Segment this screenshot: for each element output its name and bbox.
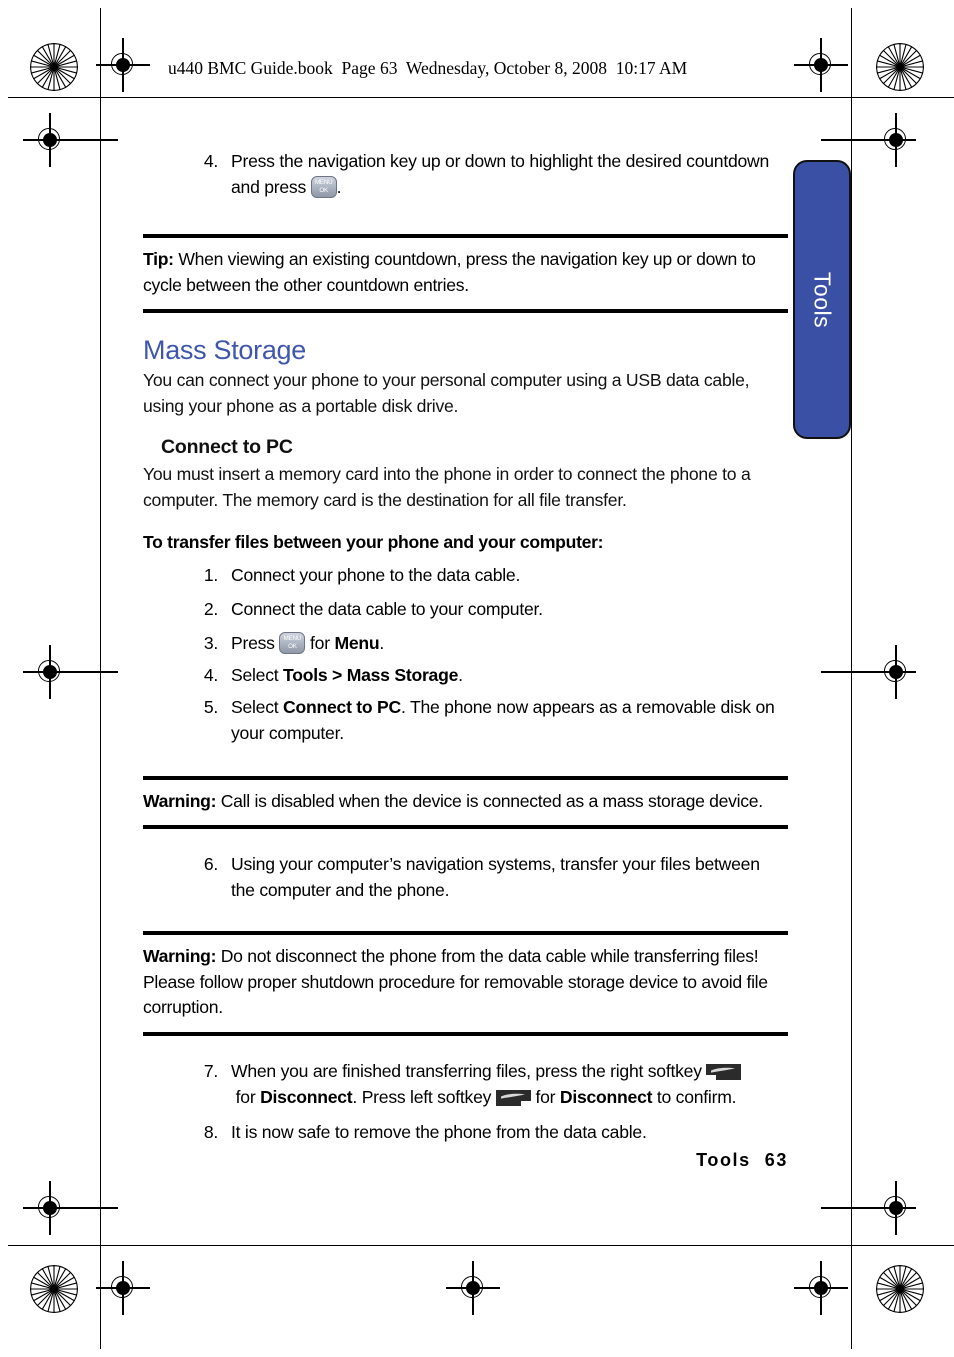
list-item-number: 4.: [203, 664, 218, 685]
list-item-text: Select: [231, 696, 279, 717]
transfer-step-list: 1. Connect your phone to the data cable.…: [143, 562, 788, 746]
connect-to-pc-heading: Connect to PC: [161, 435, 293, 458]
page-title: Mass Storage: [143, 335, 306, 366]
crop-line-top-horizontal: [8, 97, 954, 99]
list-item-number: 3.: [203, 632, 218, 653]
warning-callout-2: Warning: Do not disconnect the phone fro…: [143, 931, 788, 1036]
menu-ok-key-line2: OK: [288, 642, 297, 650]
warning-label: Warning:: [143, 946, 217, 967]
starburst-mark-bottom-right: [876, 1265, 924, 1313]
right-softkey-icon: [706, 1063, 742, 1081]
list-item-text: Using your computer’s navigation systems…: [231, 854, 760, 901]
left-softkey-icon: [495, 1089, 531, 1107]
list-item-number: 6.: [203, 854, 218, 875]
menu-ok-key-icon: MENU OK: [279, 631, 306, 654]
registration-target-right-middle: [821, 645, 916, 699]
tip-label: Tip:: [143, 249, 174, 270]
list-item: 2. Connect the data cable to your comput…: [143, 596, 788, 622]
warning-label: Warning:: [143, 790, 217, 811]
menu-ok-key-line1: MENU: [314, 179, 333, 187]
list-item-text: Connect the data cable to your computer.: [231, 598, 543, 619]
warning-text: Do not disconnect the phone from the dat…: [143, 946, 768, 1018]
tip-text: When viewing an existing countdown, pres…: [143, 249, 756, 295]
registration-target-left-middle: [23, 645, 118, 699]
starburst-mark-top-right: [876, 43, 924, 91]
registration-target-top-left: [96, 38, 150, 92]
page-content: 4. Press the navigation key up or down t…: [143, 148, 788, 1148]
disconnect-emphasis-2: Disconnect: [559, 1086, 653, 1107]
list-item: 4. Press the navigation key up or down t…: [143, 148, 788, 200]
list-item-text: When you are finished transferring files…: [231, 1060, 702, 1081]
continued-step-list: 4. Press the navigation key up or down t…: [143, 148, 788, 200]
list-item: 6. Using your computer’s navigation syst…: [143, 851, 788, 903]
side-thumb-tab-tools: Tools: [793, 160, 851, 439]
mass-storage-intro: You can connect your phone to your perso…: [143, 370, 750, 416]
list-item-text: Select: [231, 664, 279, 685]
list-item-number: 4.: [203, 151, 218, 171]
list-item-number: 5.: [203, 696, 218, 717]
list-item-text-tail: to confirm.: [656, 1086, 737, 1107]
footer-page-number: 63: [764, 1150, 788, 1170]
registration-target-left-upper: [23, 113, 118, 167]
list-item-text-mid: for: [310, 632, 330, 653]
registration-target-bottom-center: [446, 1261, 500, 1315]
starburst-mark-top-left: [30, 43, 78, 91]
list-item-text-mid3: for: [535, 1086, 556, 1107]
procedure-lead: To transfer files between your phone and…: [143, 531, 604, 552]
list-item: 4. Select Tools > Mass Storage.: [143, 662, 788, 688]
warning-callout-1: Warning: Call is disabled when the devic…: [143, 775, 788, 830]
registration-target-right-upper: [821, 113, 916, 167]
list-item: 8. It is now safe to remove the phone fr…: [143, 1119, 788, 1145]
list-item-text-tail: .: [336, 177, 342, 198]
list-item: 3. Press MENU OK for Menu.: [143, 630, 788, 656]
transfer-step-list-continued: 6. Using your computer’s navigation syst…: [143, 851, 788, 903]
list-item-number: 2.: [203, 598, 218, 619]
tip-callout: Tip: When viewing an existing countdown,…: [143, 234, 788, 314]
list-item-number: 8.: [203, 1121, 218, 1142]
crop-line-right-vertical: [851, 8, 853, 1349]
starburst-mark-bottom-left: [30, 1265, 78, 1313]
disconnect-emphasis: Disconnect: [260, 1086, 353, 1107]
list-item-number: 7.: [203, 1060, 218, 1081]
transfer-step-list-final: 7. When you are finished transferring fi…: [143, 1058, 788, 1145]
page-header-text: u440 BMC Guide.book Page 63 Wednesday, O…: [168, 58, 688, 78]
warning-text: Call is disabled when the device is conn…: [216, 790, 763, 811]
list-item: 7. When you are finished transferring fi…: [143, 1058, 788, 1110]
list-item: 1. Connect your phone to the data cable.: [143, 562, 788, 588]
menu-emphasis: Menu: [334, 632, 380, 653]
list-item-text-mid2: . Press left softkey: [352, 1086, 492, 1107]
menu-ok-key-icon: MENU OK: [310, 176, 337, 199]
side-thumb-tab-label: Tools: [809, 271, 836, 328]
registration-target-bottom-left: [96, 1261, 150, 1315]
list-item-text: Connect your phone to the data cable.: [231, 564, 521, 585]
menu-path-emphasis: Tools > Mass Storage: [283, 664, 459, 685]
menu-ok-key-line1: MENU: [283, 634, 302, 642]
menu-ok-key-line2: OK: [319, 187, 328, 195]
registration-target-top-right: [794, 38, 848, 92]
list-item-text-tail: .: [458, 664, 463, 685]
registration-target-left-lower: [23, 1181, 118, 1235]
crop-line-left-vertical: [100, 8, 102, 1349]
list-item-text-mid: for: [235, 1086, 256, 1107]
page-footer: Tools 63: [143, 1150, 788, 1171]
list-item-text-tail: .: [379, 632, 385, 653]
list-item: 5. Select Connect to PC. The phone now a…: [143, 694, 788, 746]
registration-target-bottom-right: [794, 1261, 848, 1315]
connect-to-pc-intro: You must insert a memory card into the p…: [143, 463, 751, 510]
crop-line-bottom-horizontal: [8, 1245, 954, 1247]
connect-to-pc-emphasis: Connect to PC: [283, 696, 401, 717]
list-item-text: It is now safe to remove the phone from …: [231, 1121, 647, 1142]
list-item-text: Press: [231, 632, 275, 653]
registration-target-right-lower: [821, 1181, 916, 1235]
footer-section-label: Tools: [696, 1150, 751, 1170]
list-item-number: 1.: [203, 564, 218, 585]
